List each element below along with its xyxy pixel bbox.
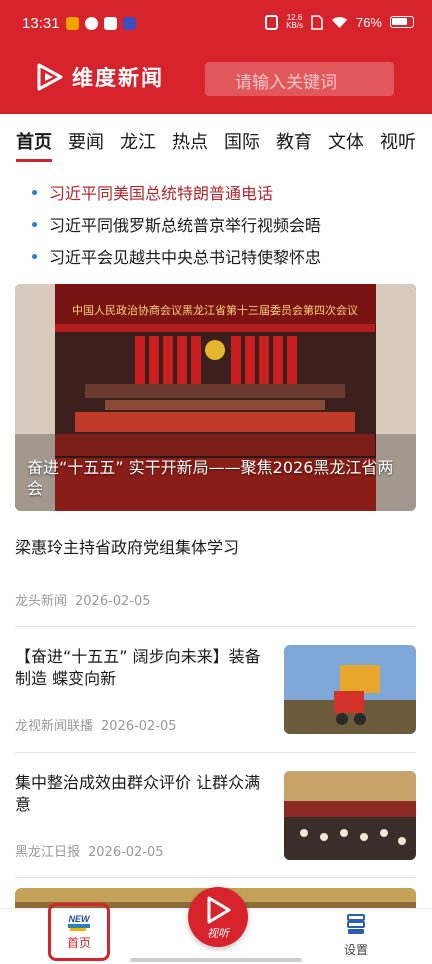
headline-text: 习近平同俄罗斯总统普京举行视频会晤 [49, 216, 322, 235]
nav-settings-label: 设置 [343, 943, 368, 957]
news-thumbnail [284, 645, 416, 734]
thumbnail-image [284, 771, 416, 860]
news-date: 2026-02-05 [88, 845, 164, 860]
bullet-dot [32, 221, 37, 227]
tab-longjiang[interactable]: 龙江 [120, 128, 156, 156]
status-right: 12.6 KB/s 76% [265, 14, 414, 30]
category-tabs: 首页 要闻 龙江 热点 国际 教育 文体 视听 [0, 114, 432, 170]
app-name: 维度新闻 [72, 66, 164, 90]
headline-list: 习近平同美国总统特朗普通电话 习近平同俄罗斯总统普京举行视频会晤 习近平会见越共… [32, 176, 321, 272]
news-thumbnail [284, 771, 416, 860]
news-date: 2026-02-05 [101, 719, 177, 734]
tab-news[interactable]: 要闻 [68, 128, 104, 156]
headline-text: 习近平同美国总统特朗普通电话 [49, 184, 274, 203]
net-speed-unit: KB/s [286, 21, 303, 30]
home-new-badge: NEW [69, 914, 92, 924]
headline-item[interactable]: 习近平同俄罗斯总统普京举行视频会晤 [32, 208, 321, 240]
search-input[interactable]: 请输入关键词 [205, 62, 394, 96]
banner-backdrop-text: 中国人民政治协商会议黑龙江省第十三届委员会第四次会议 [72, 303, 358, 317]
tab-hot[interactable]: 热点 [172, 128, 208, 156]
news-date: 2026-02-05 [75, 594, 151, 609]
banner-caption: 奋进“十五五” 实干开新局——聚焦2026黑龙江省两会 [27, 458, 394, 498]
news-title: 【奋进“十五五” 阔步向未来】装备制造 蝶变向新 [15, 647, 261, 688]
net-speed: 12.6 KB/s [286, 14, 303, 30]
news-title: 集中整治成效由群众评价 让群众满意 [15, 773, 261, 814]
news-item[interactable]: 梁惠玲主持省政府党组集体学习 龙头新闻 2026-02-05 [15, 526, 416, 627]
status-time: 13:31 [22, 15, 60, 32]
mail-icon [104, 17, 117, 30]
news-meta: 黑龙江日报 2026-02-05 [15, 841, 164, 860]
nav-home-button[interactable]: NEW 首页 [48, 903, 110, 961]
sim-icon [311, 14, 323, 30]
news-meta: 龙视新闻联播 2026-02-05 [15, 715, 177, 734]
headline-item[interactable]: 习近平会见越共中央总书记特使黎怀忠 [32, 240, 321, 272]
notification-app-icon [66, 17, 79, 30]
news-item[interactable]: 集中整治成效由群众评价 让群众满意 黑龙江日报 2026-02-05 [15, 753, 416, 878]
news-source: 龙头新闻 [15, 594, 68, 609]
news-title: 梁惠玲主持省政府党组集体学习 [15, 538, 240, 557]
nav-listen-button[interactable]: 视听 [188, 887, 248, 947]
gesture-bar[interactable] [130, 958, 302, 962]
bottom-nav: NEW 首页 视听 设置 [0, 887, 432, 964]
app-header: 维度新闻 请输入关键词 [0, 48, 432, 114]
battery-icon [390, 16, 414, 28]
bullet-dot [32, 189, 37, 195]
status-bar: 13:31 12.6 KB/s 76% [0, 0, 432, 48]
settings-icon [347, 914, 365, 934]
tab-video[interactable]: 视听 [380, 128, 416, 156]
bullet-dot [32, 253, 37, 259]
tab-international[interactable]: 国际 [224, 128, 260, 156]
play-icon [207, 896, 231, 924]
news-source: 黑龙江日报 [15, 845, 81, 860]
notification-icons [66, 17, 136, 30]
nav-settings-button[interactable]: 设置 [333, 913, 379, 958]
nav-listen-label: 视听 [207, 927, 229, 940]
tab-culture-sports[interactable]: 文体 [328, 128, 364, 156]
nav-home-label: 首页 [66, 936, 91, 950]
home-new-icon: NEW [68, 914, 92, 931]
news-meta: 龙头新闻 2026-02-05 [15, 590, 151, 609]
tab-home[interactable]: 首页 [16, 128, 52, 162]
battery-percent: 76% [355, 14, 382, 30]
vibrate-icon [265, 14, 279, 30]
app-logo: 维度新闻 [34, 62, 164, 92]
banner-card[interactable]: 中国人民政治协商会议黑龙江省第十三届委员会第四次会议 奋进“十五五” 实干开新局… [15, 284, 416, 511]
thumbnail-image [284, 645, 416, 734]
headline-text: 习近平会见越共中央总书记特使黎怀忠 [49, 248, 322, 267]
notification-app-icon [85, 17, 98, 30]
notification-app-icon [123, 17, 136, 30]
wifi-icon [331, 16, 347, 28]
news-item[interactable]: 【奋进“十五五” 阔步向未来】装备制造 蝶变向新 龙视新闻联播 2026-02-0… [15, 627, 416, 753]
tab-education[interactable]: 教育 [276, 128, 312, 156]
news-source: 龙视新闻联播 [15, 719, 94, 734]
logo-play-icon [37, 63, 63, 91]
headline-item[interactable]: 习近平同美国总统特朗普通电话 [32, 176, 321, 208]
